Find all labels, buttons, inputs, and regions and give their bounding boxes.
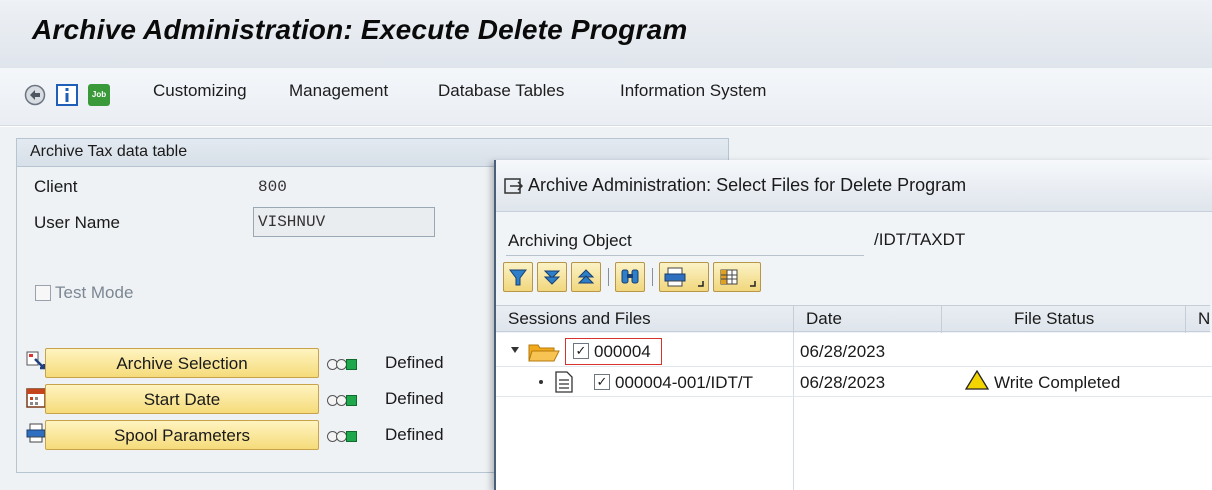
row-divider	[496, 366, 1212, 367]
status-text: Defined	[385, 425, 444, 444]
print-button[interactable]	[659, 262, 709, 292]
printer-icon	[664, 267, 686, 287]
start-date-status: Defined	[323, 384, 453, 414]
spool-parameters-status: Defined	[323, 420, 453, 450]
start-date-button[interactable]: Start Date	[45, 384, 319, 414]
column-separator	[941, 306, 942, 333]
filter-icon	[509, 269, 527, 286]
status-lights	[327, 357, 357, 375]
column-separator	[1185, 306, 1186, 333]
user-name-field[interactable]: VISHNUV	[253, 207, 435, 237]
column-header-n[interactable]: N	[1198, 309, 1210, 329]
printer-icon	[26, 423, 46, 443]
toolbar-separator	[608, 268, 609, 286]
menu-management[interactable]: Management	[289, 81, 388, 101]
user-name-label: User Name	[34, 213, 120, 232]
status-lights	[327, 393, 357, 411]
row-divider	[496, 396, 1212, 397]
menu-customizing[interactable]: Customizing	[153, 81, 247, 101]
file-checkbox[interactable]: ✓	[594, 374, 610, 390]
status-text: Defined	[385, 389, 444, 408]
archive-selection-button[interactable]: Archive Selection	[45, 348, 319, 378]
execute-icon[interactable]	[24, 84, 46, 106]
client-value: 800	[258, 178, 287, 196]
archiving-object-label: Archiving Object	[508, 231, 632, 250]
dialog-window-icon	[504, 178, 524, 194]
sort-ascending-icon	[577, 269, 595, 284]
selection-icon	[26, 351, 46, 370]
column-header-date[interactable]: Date	[806, 309, 842, 329]
filter-button[interactable]	[503, 262, 533, 292]
sort-ascending-button[interactable]	[571, 262, 601, 292]
binoculars-icon	[621, 269, 639, 284]
session-date: 06/28/2023	[800, 342, 886, 361]
calendar-icon	[26, 388, 46, 408]
info-icon[interactable]	[56, 84, 78, 106]
file-status: Write Completed	[994, 373, 1121, 392]
client-label: Client	[34, 177, 78, 196]
column-divider	[793, 333, 794, 490]
column-separator	[793, 306, 794, 333]
sort-descending-button[interactable]	[537, 262, 567, 292]
column-header-file-status[interactable]: File Status	[1014, 309, 1094, 329]
test-mode-label: Test Mode	[55, 283, 134, 302]
status-lights	[327, 429, 357, 447]
user-name-value: VISHNUV	[258, 213, 326, 231]
toolbar-separator	[652, 268, 653, 286]
dialog-title-bar[interactable]: Archive Administration: Select Files for…	[496, 160, 1212, 212]
expand-arrow-icon[interactable]	[510, 346, 520, 354]
menu-information-system[interactable]: Information System	[620, 81, 766, 101]
document-icon	[555, 371, 573, 393]
warning-icon	[965, 370, 989, 390]
test-mode-checkbox[interactable]	[35, 285, 51, 301]
job-icon[interactable]: Job	[88, 84, 110, 106]
dropdown-indicator-icon	[750, 281, 756, 287]
column-header-sessions[interactable]: Sessions and Files	[508, 309, 651, 329]
file-date: 06/28/2023	[800, 373, 886, 392]
dialog-title: Archive Administration: Select Files for…	[528, 175, 967, 195]
tree-bullet	[539, 380, 543, 384]
layout-grid-icon	[720, 269, 738, 285]
file-name: 000004-001/IDT/T	[615, 373, 753, 392]
status-text: Defined	[385, 353, 444, 372]
archive-selection-status: Defined	[323, 348, 453, 378]
layout-button[interactable]	[713, 262, 761, 292]
find-button[interactable]	[615, 262, 645, 292]
spool-parameters-button[interactable]: Spool Parameters	[45, 420, 319, 450]
archiving-object-underline	[506, 255, 864, 256]
dropdown-indicator-icon	[698, 281, 704, 287]
page-title: Archive Administration: Execute Delete P…	[32, 14, 688, 45]
archiving-object-value: /IDT/TAXDT	[874, 230, 966, 249]
open-folder-icon	[528, 344, 560, 362]
focus-indicator	[565, 338, 662, 365]
title-bar: Archive Administration: Execute Delete P…	[0, 0, 1212, 68]
grid-header: Sessions and Files Date File Status N	[496, 305, 1210, 333]
menu-database-tables[interactable]: Database Tables	[438, 81, 564, 101]
sort-descending-icon	[543, 270, 561, 285]
